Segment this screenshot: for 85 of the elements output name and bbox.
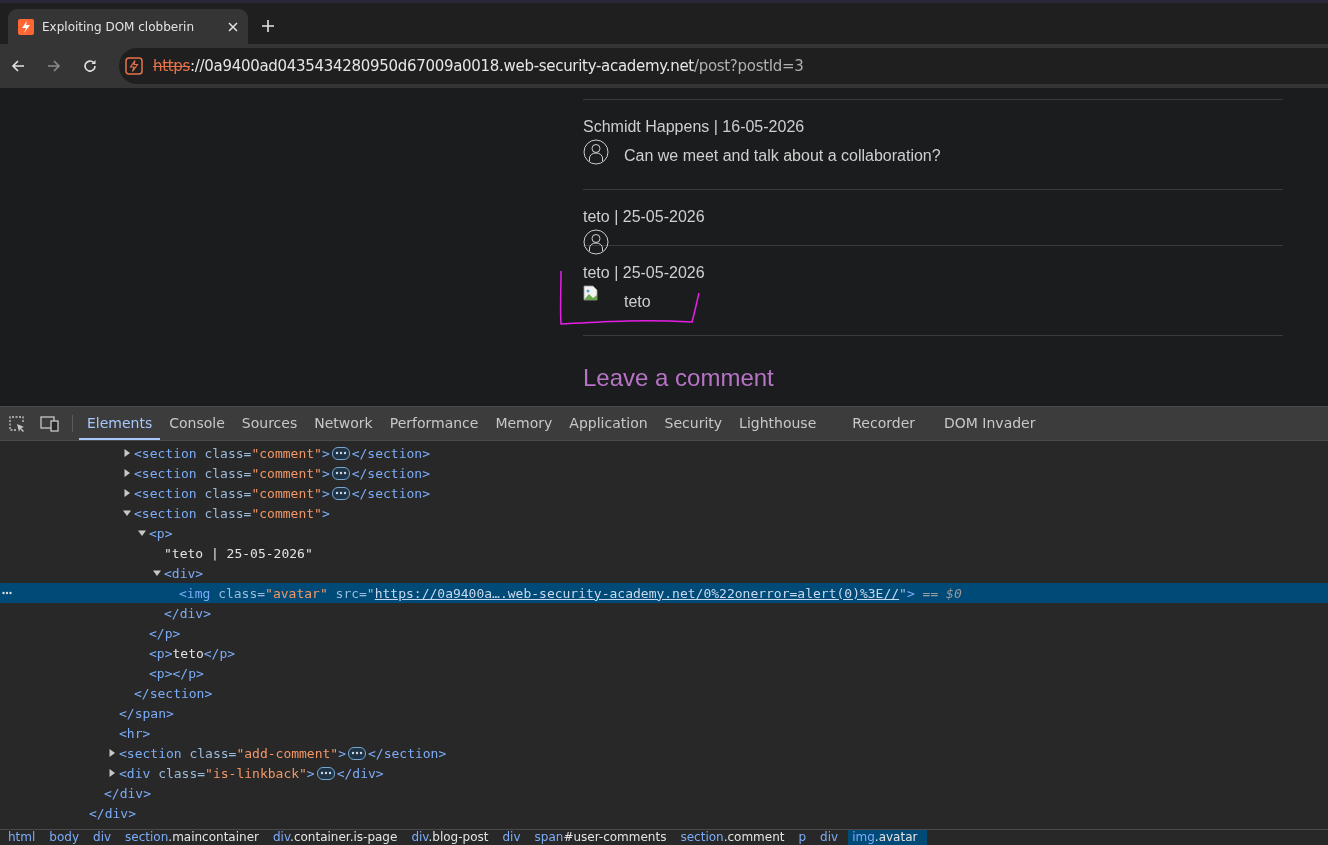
lightning-icon — [125, 57, 143, 75]
breadcrumb[interactable]: section.maincontainer — [121, 830, 269, 845]
code-line: </section> — [351, 465, 430, 481]
devtools-tab[interactable]: Lighthouse — [731, 407, 825, 440]
code-line: <section class="comment"> — [134, 465, 330, 481]
tab-title: Exploiting DOM clobberin — [42, 19, 195, 34]
code-line: </div> — [104, 785, 151, 801]
ellipsis-icon[interactable] — [331, 466, 350, 480]
section-heading: Leave a comment — [583, 364, 775, 392]
breadcrumb[interactable]: div — [498, 830, 531, 845]
url-text: https://0a9400ad0435434280950d67009a0018.web-security-academy.net/post?postId=3 — [153, 57, 804, 75]
code-line: </section> — [368, 745, 447, 761]
devtools-tab[interactable]: Performance — [381, 407, 487, 440]
devtools-tab[interactable]: Memory — [487, 407, 561, 440]
code-line: "teto | 25-05-2026" — [164, 545, 313, 561]
selected-row[interactable]: <img class="avatar" src="https://0a9400a….web-security-academy.net/0%22onerror=alert(0)%3E//"> == $0 — [0, 583, 1328, 603]
breadcrumb[interactable]: img.avatar — [848, 830, 928, 845]
code-line: <hr> — [119, 725, 151, 741]
ellipsis-icon[interactable] — [316, 766, 335, 780]
link[interactable]: https://0a9400a….web-security-academy.net/0%22onerror=alert(0)%3E// — [374, 585, 900, 601]
breadcrumb[interactable]: div — [816, 830, 849, 845]
breadcrumb[interactable]: div.container.is-page — [268, 830, 408, 845]
avatar-icon — [583, 139, 609, 165]
forward-icon[interactable] — [47, 59, 61, 73]
browser-tab[interactable]: Exploiting DOM clobberin — [8, 9, 248, 44]
expand-arrow-icon[interactable] — [123, 489, 131, 497]
expand-arrow-icon[interactable] — [108, 769, 116, 777]
expand-arrow-icon[interactable] — [108, 749, 116, 757]
breadcrumb[interactable]: p — [794, 830, 817, 845]
breadcrumb[interactable]: div — [89, 830, 122, 845]
code-line: <img class="avatar" src="https://0a9400a….web-security-academy.net/0%22onerror=alert(0)%3E//"> == $0 — [179, 585, 962, 601]
breadcrumb[interactable]: body — [45, 830, 90, 845]
expand-arrow-icon[interactable] — [123, 449, 131, 457]
inspect-icon[interactable] — [8, 414, 26, 433]
new-tab-icon[interactable] — [262, 20, 274, 32]
code-line: <p> — [149, 525, 173, 541]
devtools-tab[interactable]: Network — [306, 407, 381, 440]
devtools-tab[interactable]: DOM Invader — [936, 407, 1044, 440]
code-line: </section> — [134, 685, 213, 701]
avatar-icon — [583, 229, 609, 255]
comment-text: Can we meet and talk about a collaboration? — [624, 147, 941, 165]
ellipsis-icon[interactable] — [331, 446, 350, 460]
devtools-tab[interactable]: Application — [561, 407, 656, 440]
devtools-tab[interactable]: Recorder — [844, 407, 923, 440]
code-line: <p></p> — [149, 665, 204, 681]
code-line: </p> — [149, 625, 181, 641]
devtools-tab[interactable]: Console — [161, 407, 233, 440]
reload-icon[interactable] — [83, 59, 97, 73]
code-line: <section class="add-comment"> — [119, 745, 346, 761]
code-line: <p>teto</p> — [149, 645, 236, 661]
code-line: </span> — [119, 705, 174, 721]
code-line: <div> — [164, 565, 204, 581]
collapse-arrow-icon[interactable] — [123, 509, 131, 517]
back-icon[interactable] — [11, 59, 25, 73]
comment-author: Schmidt Happens | 16-05-2026 — [583, 118, 806, 136]
broken-image-icon — [583, 285, 599, 301]
more-icon[interactable] — [2, 591, 12, 595]
code-line: <section class="comment"> — [134, 505, 330, 521]
comment-author: teto | 25-05-2026 — [583, 208, 706, 226]
code-line: <section class="comment"> — [134, 445, 330, 461]
code-line: </div> — [336, 765, 384, 781]
devtools-tab[interactable]: Elements — [79, 407, 161, 440]
code-line: <section class="comment"> — [134, 485, 330, 501]
devtools-tab[interactable]: Sources — [233, 407, 306, 440]
code-line: </section> — [351, 445, 430, 461]
code-line: </div> — [164, 605, 211, 621]
comment-author: teto | 25-05-2026 — [583, 264, 706, 282]
code-line: </section> — [351, 485, 430, 501]
code-line: <div class="is-linkback"> — [119, 765, 315, 781]
close-icon[interactable] — [228, 21, 238, 32]
breadcrumb[interactable]: html — [4, 830, 46, 845]
breadcrumb[interactable]: section.comment — [676, 830, 795, 845]
comment-text: teto — [624, 293, 651, 311]
breadcrumb[interactable]: span#user-comments — [530, 830, 677, 845]
collapse-arrow-icon[interactable] — [138, 529, 146, 537]
device-toggle-icon[interactable] — [40, 415, 60, 432]
address-bar[interactable]: https://0a9400ad0435434280950d67009a0018.web-security-academy.net/post?postId=3 — [119, 48, 1328, 84]
lightning-icon — [18, 18, 34, 35]
ellipsis-icon[interactable] — [348, 746, 366, 760]
devtools-tab[interactable]: Security — [656, 407, 731, 440]
expand-arrow-icon[interactable] — [123, 469, 131, 477]
breadcrumb[interactable]: div.blog-post — [407, 830, 499, 845]
code-line: </div> — [89, 805, 136, 821]
ellipsis-icon[interactable] — [331, 486, 350, 500]
collapse-arrow-icon[interactable] — [153, 569, 161, 577]
